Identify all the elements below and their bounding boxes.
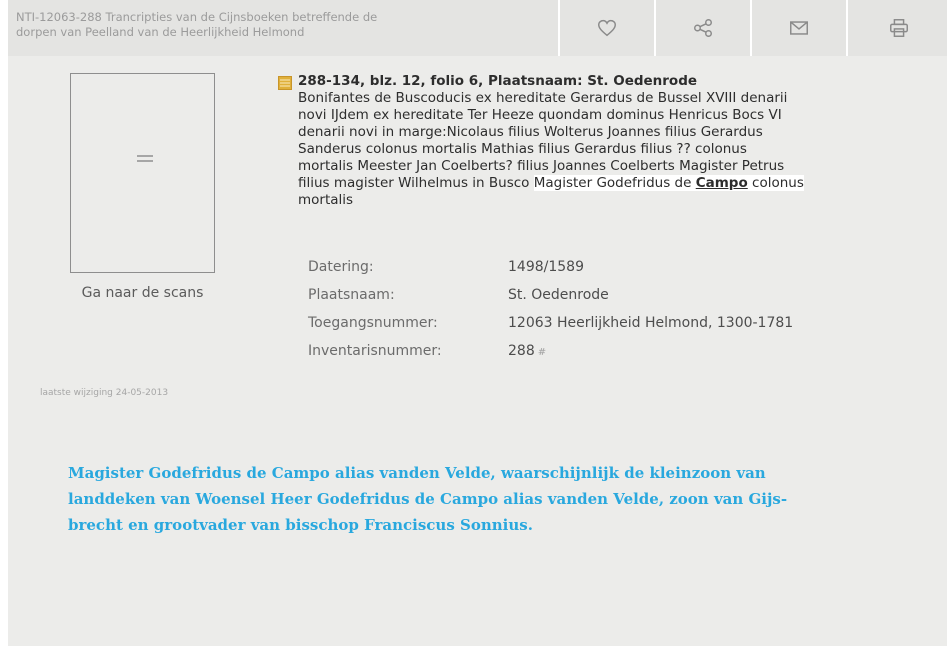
highlight-term: Campo xyxy=(695,175,748,191)
record-text: 288-134, blz. 12, folio 6, Plaatsnaam: S… xyxy=(298,73,947,209)
annotation-note: Magister Godefridus de Campo alias vande… xyxy=(68,464,788,534)
scans-link[interactable]: Ga naar de scans xyxy=(70,285,215,301)
share-icon xyxy=(694,19,712,37)
inventory-number: 288 # xyxy=(508,343,546,359)
inventory-number-label: Inventarisnummer: xyxy=(308,343,442,359)
highlight-suffix: colonus xyxy=(747,175,804,191)
email-button[interactable] xyxy=(750,0,846,56)
print-button[interactable] xyxy=(846,0,947,56)
record-series-title: NTI-12063-288 Trancripties van de Cijnsb… xyxy=(16,10,378,39)
external-link-icon[interactable]: # xyxy=(538,347,546,358)
heart-icon xyxy=(598,19,616,37)
inventory-number-value: 288 xyxy=(508,343,535,359)
record-heading: 288-134, blz. 12, folio 6, Plaatsnaam: S… xyxy=(298,73,698,89)
last-modified: laatste wijziging 24-05-2013 xyxy=(40,388,169,398)
dating-value: 1498/1589 xyxy=(508,259,584,275)
access-number-value: 12063 Heerlijkheid Helmond, 1300-1781 xyxy=(508,315,794,331)
highlight-prefix: Magister Godefridus de xyxy=(533,175,696,191)
dating-label: Datering: xyxy=(308,259,374,275)
access-number-label: Toegangsnummer: xyxy=(308,315,438,331)
envelope-icon xyxy=(790,21,808,35)
printer-icon xyxy=(889,19,908,37)
favorite-button[interactable] xyxy=(558,0,654,56)
record-panel: NTI-12063-288 Trancripties van de Cijnsb… xyxy=(8,0,947,646)
header-bar: NTI-12063-288 Trancripties van de Cijnsb… xyxy=(8,0,947,56)
search-highlight: Magister Godefridus de Campo colonus xyxy=(533,175,804,191)
place-value: St. Oedenrode xyxy=(508,287,609,303)
scan-thumbnail[interactable] xyxy=(70,73,215,273)
document-icon xyxy=(278,76,292,90)
scan-placeholder-icon xyxy=(137,155,153,167)
share-button[interactable] xyxy=(654,0,750,56)
record-body-tail: mortalis xyxy=(298,192,354,208)
place-label: Plaatsnaam: xyxy=(308,287,395,303)
